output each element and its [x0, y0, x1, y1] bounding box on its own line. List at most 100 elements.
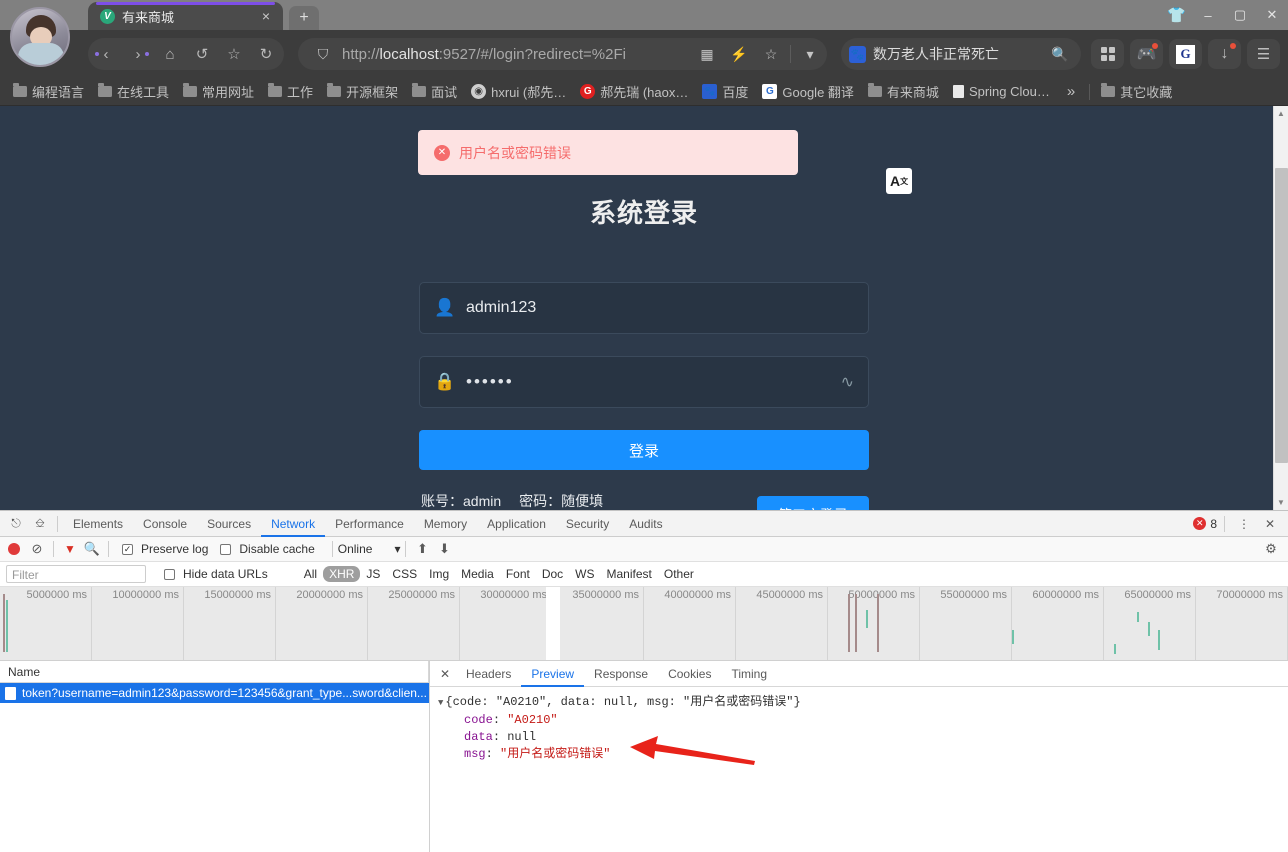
new-tab-button[interactable]: +: [289, 6, 319, 30]
bookmark-item[interactable]: 开源框架: [320, 82, 405, 101]
network-settings-gear-icon[interactable]: ⚙: [1260, 538, 1282, 560]
search-icon[interactable]: 🔍: [1047, 46, 1073, 63]
record-icon[interactable]: [8, 543, 20, 555]
type-filter-font[interactable]: Font: [500, 566, 536, 582]
detail-tab-preview[interactable]: Preview: [521, 661, 584, 687]
username-input[interactable]: admin123: [466, 299, 854, 317]
type-filter-ws[interactable]: WS: [569, 566, 600, 582]
detail-tab-response[interactable]: Response: [584, 661, 658, 687]
undo-icon[interactable]: ↺: [186, 39, 218, 69]
back-icon[interactable]: ‹: [90, 39, 122, 69]
type-filter-manifest[interactable]: Manifest: [601, 566, 658, 582]
type-filter-js[interactable]: JS: [360, 566, 386, 582]
reload-icon[interactable]: ↻: [250, 39, 282, 69]
qrcode-icon[interactable]: ▦: [694, 46, 720, 63]
devtools-close-icon[interactable]: ✕: [1258, 512, 1282, 536]
detail-tab-headers[interactable]: Headers: [456, 661, 521, 687]
bookmark-star-icon[interactable]: ☆: [218, 39, 250, 69]
grammarly-icon[interactable]: G: [1169, 39, 1202, 69]
tab-memory[interactable]: Memory: [414, 511, 477, 537]
bookmarks-overflow-icon[interactable]: »: [1057, 83, 1085, 100]
disable-cache-checkbox[interactable]: Disable cache: [220, 542, 315, 556]
bookmark-item[interactable]: 🐾 百度: [695, 82, 755, 101]
type-filter-doc[interactable]: Doc: [536, 566, 569, 582]
bookmark-item[interactable]: G Google 翻译: [755, 82, 861, 101]
type-filter-img[interactable]: Img: [423, 566, 455, 582]
apps-grid-icon[interactable]: [1091, 39, 1124, 69]
device-toolbar-icon[interactable]: ⎒: [28, 512, 52, 536]
minimize-icon[interactable]: –: [1192, 0, 1224, 30]
tab-network[interactable]: Network: [261, 511, 325, 537]
login-button[interactable]: 登录: [419, 430, 869, 470]
password-field[interactable]: 🔒 •••••• ∿: [419, 356, 869, 408]
detail-tab-cookies[interactable]: Cookies: [658, 661, 721, 687]
scroll-down-icon[interactable]: ▼: [1274, 495, 1288, 510]
lightning-icon[interactable]: ⚡: [726, 46, 752, 63]
type-filter-other[interactable]: Other: [658, 566, 700, 582]
search-box[interactable]: 🐾 数万老人非正常死亡 🔍: [841, 38, 1081, 70]
tab-sources[interactable]: Sources: [197, 511, 261, 537]
type-filter-media[interactable]: Media: [455, 566, 500, 582]
hide-data-urls-checkbox[interactable]: Hide data URLs: [164, 567, 268, 581]
type-filter-css[interactable]: CSS: [386, 566, 423, 582]
detail-close-icon[interactable]: ✕: [434, 663, 456, 685]
bookmark-item[interactable]: 编程语言: [6, 82, 91, 101]
bookmark-item[interactable]: 在线工具: [91, 82, 176, 101]
tab-elements[interactable]: Elements: [63, 511, 133, 537]
username-field[interactable]: 👤 admin123: [419, 282, 869, 334]
home-icon[interactable]: ⌂: [154, 39, 186, 69]
chevron-down-icon[interactable]: ▾: [797, 46, 823, 63]
menu-icon[interactable]: ☰: [1247, 39, 1280, 69]
other-bookmarks-item[interactable]: 其它收藏: [1094, 82, 1179, 101]
throttling-select[interactable]: Online ▾: [338, 542, 401, 556]
bookmark-item[interactable]: 有来商城: [861, 82, 946, 101]
tab-audits[interactable]: Audits: [619, 511, 672, 537]
expand-arrow-icon[interactable]: ▼: [438, 698, 443, 708]
detail-tab-timing[interactable]: Timing: [721, 661, 777, 687]
forward-icon[interactable]: ›: [122, 39, 154, 69]
tab-security[interactable]: Security: [556, 511, 619, 537]
tab-console[interactable]: Console: [133, 511, 197, 537]
scrollbar-thumb[interactable]: [1275, 168, 1288, 463]
error-count-badge[interactable]: ✕ 8: [1193, 517, 1217, 531]
search-input[interactable]: 数万老人非正常死亡: [873, 44, 1040, 64]
clear-icon[interactable]: ⊘: [26, 538, 48, 560]
page-scrollbar[interactable]: ▲ ▼: [1273, 106, 1288, 510]
third-party-login-button[interactable]: 第三方登录: [757, 496, 869, 510]
profile-avatar[interactable]: [10, 7, 70, 67]
chevron-down-icon[interactable]: ▾: [394, 542, 400, 556]
bookmark-item[interactable]: ◉ hxrui (郝先…: [464, 82, 573, 101]
tab-application[interactable]: Application: [477, 511, 556, 537]
browser-tab[interactable]: V 有来商城 ×: [88, 2, 283, 30]
inspect-element-icon[interactable]: ⎋: [4, 512, 28, 536]
bookmark-item[interactable]: 常用网址: [176, 82, 261, 101]
language-switch-button[interactable]: A文: [886, 168, 912, 194]
overview-selection-window[interactable]: [546, 587, 560, 660]
bookmark-item[interactable]: 工作: [261, 82, 320, 101]
game-icon[interactable]: 🎮: [1130, 39, 1163, 69]
theme-shirt-icon[interactable]: 👕: [1167, 6, 1186, 24]
column-header-name[interactable]: Name: [8, 665, 40, 679]
preserve-log-checkbox[interactable]: ✓ Preserve log: [122, 542, 208, 556]
bookmark-item[interactable]: Spring Clou…: [946, 84, 1057, 99]
downloads-icon[interactable]: ↓: [1208, 39, 1241, 69]
type-filter-all[interactable]: All: [298, 566, 323, 582]
filter-icon[interactable]: ▼: [59, 538, 81, 560]
scroll-up-icon[interactable]: ▲: [1274, 106, 1288, 121]
tab-performance[interactable]: Performance: [325, 511, 414, 537]
bookmark-item[interactable]: G 郝先瑞 (haox…: [573, 82, 695, 101]
password-input[interactable]: ••••••: [466, 372, 827, 392]
json-summary-row[interactable]: ▼ {code: "A0210", data: null, msg: "用户名或密…: [438, 694, 1288, 712]
filter-input[interactable]: Filter: [6, 565, 146, 583]
export-har-icon[interactable]: ⬇: [433, 538, 455, 560]
devtools-more-icon[interactable]: ⋮: [1232, 512, 1256, 536]
table-row[interactable]: token?username=admin123&password=123456&…: [0, 683, 429, 703]
bookmark-item[interactable]: 面试: [405, 82, 464, 101]
search-icon[interactable]: 🔍: [81, 538, 103, 560]
network-overview-timeline[interactable]: 5000000 ms 10000000 ms 15000000 ms 20000…: [0, 587, 1288, 661]
window-close-icon[interactable]: ✕: [1256, 0, 1288, 30]
address-bar[interactable]: ⛉ http://localhost:9527/#/login?redirect…: [298, 38, 827, 70]
type-filter-xhr[interactable]: XHR: [323, 566, 361, 582]
star-icon[interactable]: ☆: [758, 46, 784, 63]
tab-close-icon[interactable]: ×: [257, 8, 275, 24]
